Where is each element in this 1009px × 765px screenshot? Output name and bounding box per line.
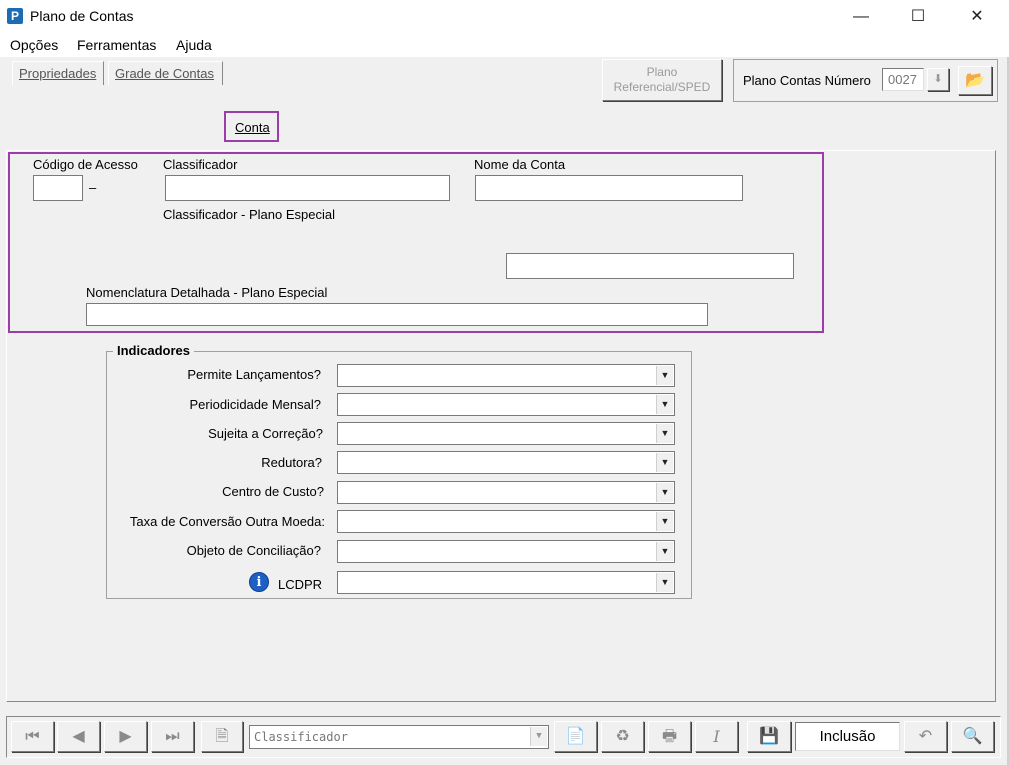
chevron-down-icon: ▼ xyxy=(656,573,673,592)
app-icon: P xyxy=(7,8,23,24)
chevron-down-icon: ▼ xyxy=(656,542,673,561)
download-icon[interactable]: ⬇ xyxy=(927,68,949,91)
window-title: Plano de Contas xyxy=(30,8,134,24)
taxa-conversao-select[interactable]: ▼ xyxy=(337,510,675,533)
codigo-dash: – xyxy=(89,180,97,195)
print-icon[interactable]: 🖶 xyxy=(648,721,691,752)
centro-custo-label: Centro de Custo? xyxy=(222,484,324,499)
menu-ajuda[interactable]: Ajuda xyxy=(176,37,212,53)
permite-lancamentos-select[interactable]: ▼ xyxy=(337,364,675,387)
chevron-down-icon: ▼ xyxy=(656,424,673,443)
centro-custo-select[interactable]: ▼ xyxy=(337,481,675,504)
maximize-button[interactable]: ☐ xyxy=(895,0,941,33)
codigo-acesso-input[interactable] xyxy=(33,175,83,201)
first-record-icon[interactable]: ⏮ xyxy=(11,721,54,752)
recycle-icon[interactable]: ♻ xyxy=(601,721,644,752)
minimize-button[interactable]: — xyxy=(838,0,884,33)
export-icon[interactable]: 📄 xyxy=(554,721,597,752)
periodicidade-mensal-label: Periodicidade Mensal? xyxy=(189,397,321,412)
save-icon[interactable]: 💾 xyxy=(747,721,791,752)
tab-propriedades-label: Propriedades xyxy=(19,66,97,81)
nomenclatura-label: Nomenclatura Detalhada - Plano Especial xyxy=(86,285,328,300)
periodicidade-mensal-select[interactable]: ▼ xyxy=(337,393,675,416)
lcdpr-select[interactable]: ▼ xyxy=(337,571,675,594)
binoculars-icon[interactable]: 🔍 xyxy=(951,721,994,752)
order-by-value: Classificador xyxy=(254,730,348,744)
objeto-conciliacao-select[interactable]: ▼ xyxy=(337,540,675,563)
chevron-down-icon: ▼ xyxy=(530,727,547,746)
classificador-input[interactable] xyxy=(165,175,450,201)
lcdpr-label: LCDPR xyxy=(278,577,323,592)
tab-propriedades[interactable]: Propriedades xyxy=(12,61,104,85)
classificador-especial-input[interactable] xyxy=(506,253,794,279)
menu-ferramentas[interactable]: Ferramentas xyxy=(77,37,156,53)
permite-lancamentos-label: Permite Lançamentos? xyxy=(187,367,321,382)
nome-conta-label: Nome da Conta xyxy=(474,157,566,172)
order-by-select[interactable]: Classificador ▼ xyxy=(249,725,549,749)
last-record-icon[interactable]: ⏭ xyxy=(151,721,194,752)
sujeita-correcao-select[interactable]: ▼ xyxy=(337,422,675,445)
tab-grade-de-contas[interactable]: Grade de Contas xyxy=(108,61,223,85)
sujeita-correcao-label: Sujeita a Correção? xyxy=(208,426,323,441)
previous-record-icon[interactable]: ◀ xyxy=(57,721,100,752)
chevron-down-icon: ▼ xyxy=(656,395,673,414)
title-bar: P Plano de Contas — ☐ ✕ xyxy=(0,0,1009,33)
chevron-down-icon: ▼ xyxy=(656,453,673,472)
classificador-especial-label: Classificador - Plano Especial xyxy=(163,207,335,222)
chevron-down-icon: ▼ xyxy=(656,366,673,385)
plano-referencial-sped-button[interactable]: Plano Referencial/SPED xyxy=(602,59,722,101)
redutora-select[interactable]: ▼ xyxy=(337,451,675,474)
nomenclatura-input[interactable] xyxy=(86,303,708,326)
indicadores-title: Indicadores xyxy=(113,343,194,358)
objeto-conciliacao-label: Objeto de Conciliação? xyxy=(186,543,321,558)
tab-conta-label: Conta xyxy=(235,120,270,135)
next-record-icon[interactable]: ▶ xyxy=(104,721,147,752)
tab-grade-label: Grade de Contas xyxy=(115,66,215,81)
new-document-icon[interactable]: 🗎 xyxy=(201,721,243,752)
menu-opcoes[interactable]: Opções xyxy=(10,37,58,53)
chevron-down-icon: ▼ xyxy=(656,512,673,531)
plano-contas-number-field[interactable]: 0027 xyxy=(882,68,924,91)
chevron-down-icon: ▼ xyxy=(656,483,673,502)
plano-contas-label: Plano Contas Número xyxy=(743,73,871,88)
menu-bar: Opções Ferramentas Ajuda xyxy=(0,33,1009,57)
close-button[interactable]: ✕ xyxy=(954,0,1000,33)
undo-icon[interactable]: ↶ xyxy=(904,721,947,752)
codigo-acesso-label: Código de Acesso xyxy=(33,157,138,172)
classificador-label: Classificador xyxy=(163,157,238,172)
taxa-conversao-label: Taxa de Conversão Outra Moeda: xyxy=(129,514,325,529)
info-icon[interactable]: i xyxy=(249,572,269,592)
mode-indicator: Inclusão xyxy=(795,722,900,751)
open-folder-icon[interactable]: 📂 xyxy=(958,66,992,95)
italic-icon[interactable]: I xyxy=(695,721,738,752)
redutora-label: Redutora? xyxy=(261,455,322,470)
tab-conta[interactable]: Conta xyxy=(224,111,279,142)
nome-conta-input[interactable] xyxy=(475,175,743,201)
